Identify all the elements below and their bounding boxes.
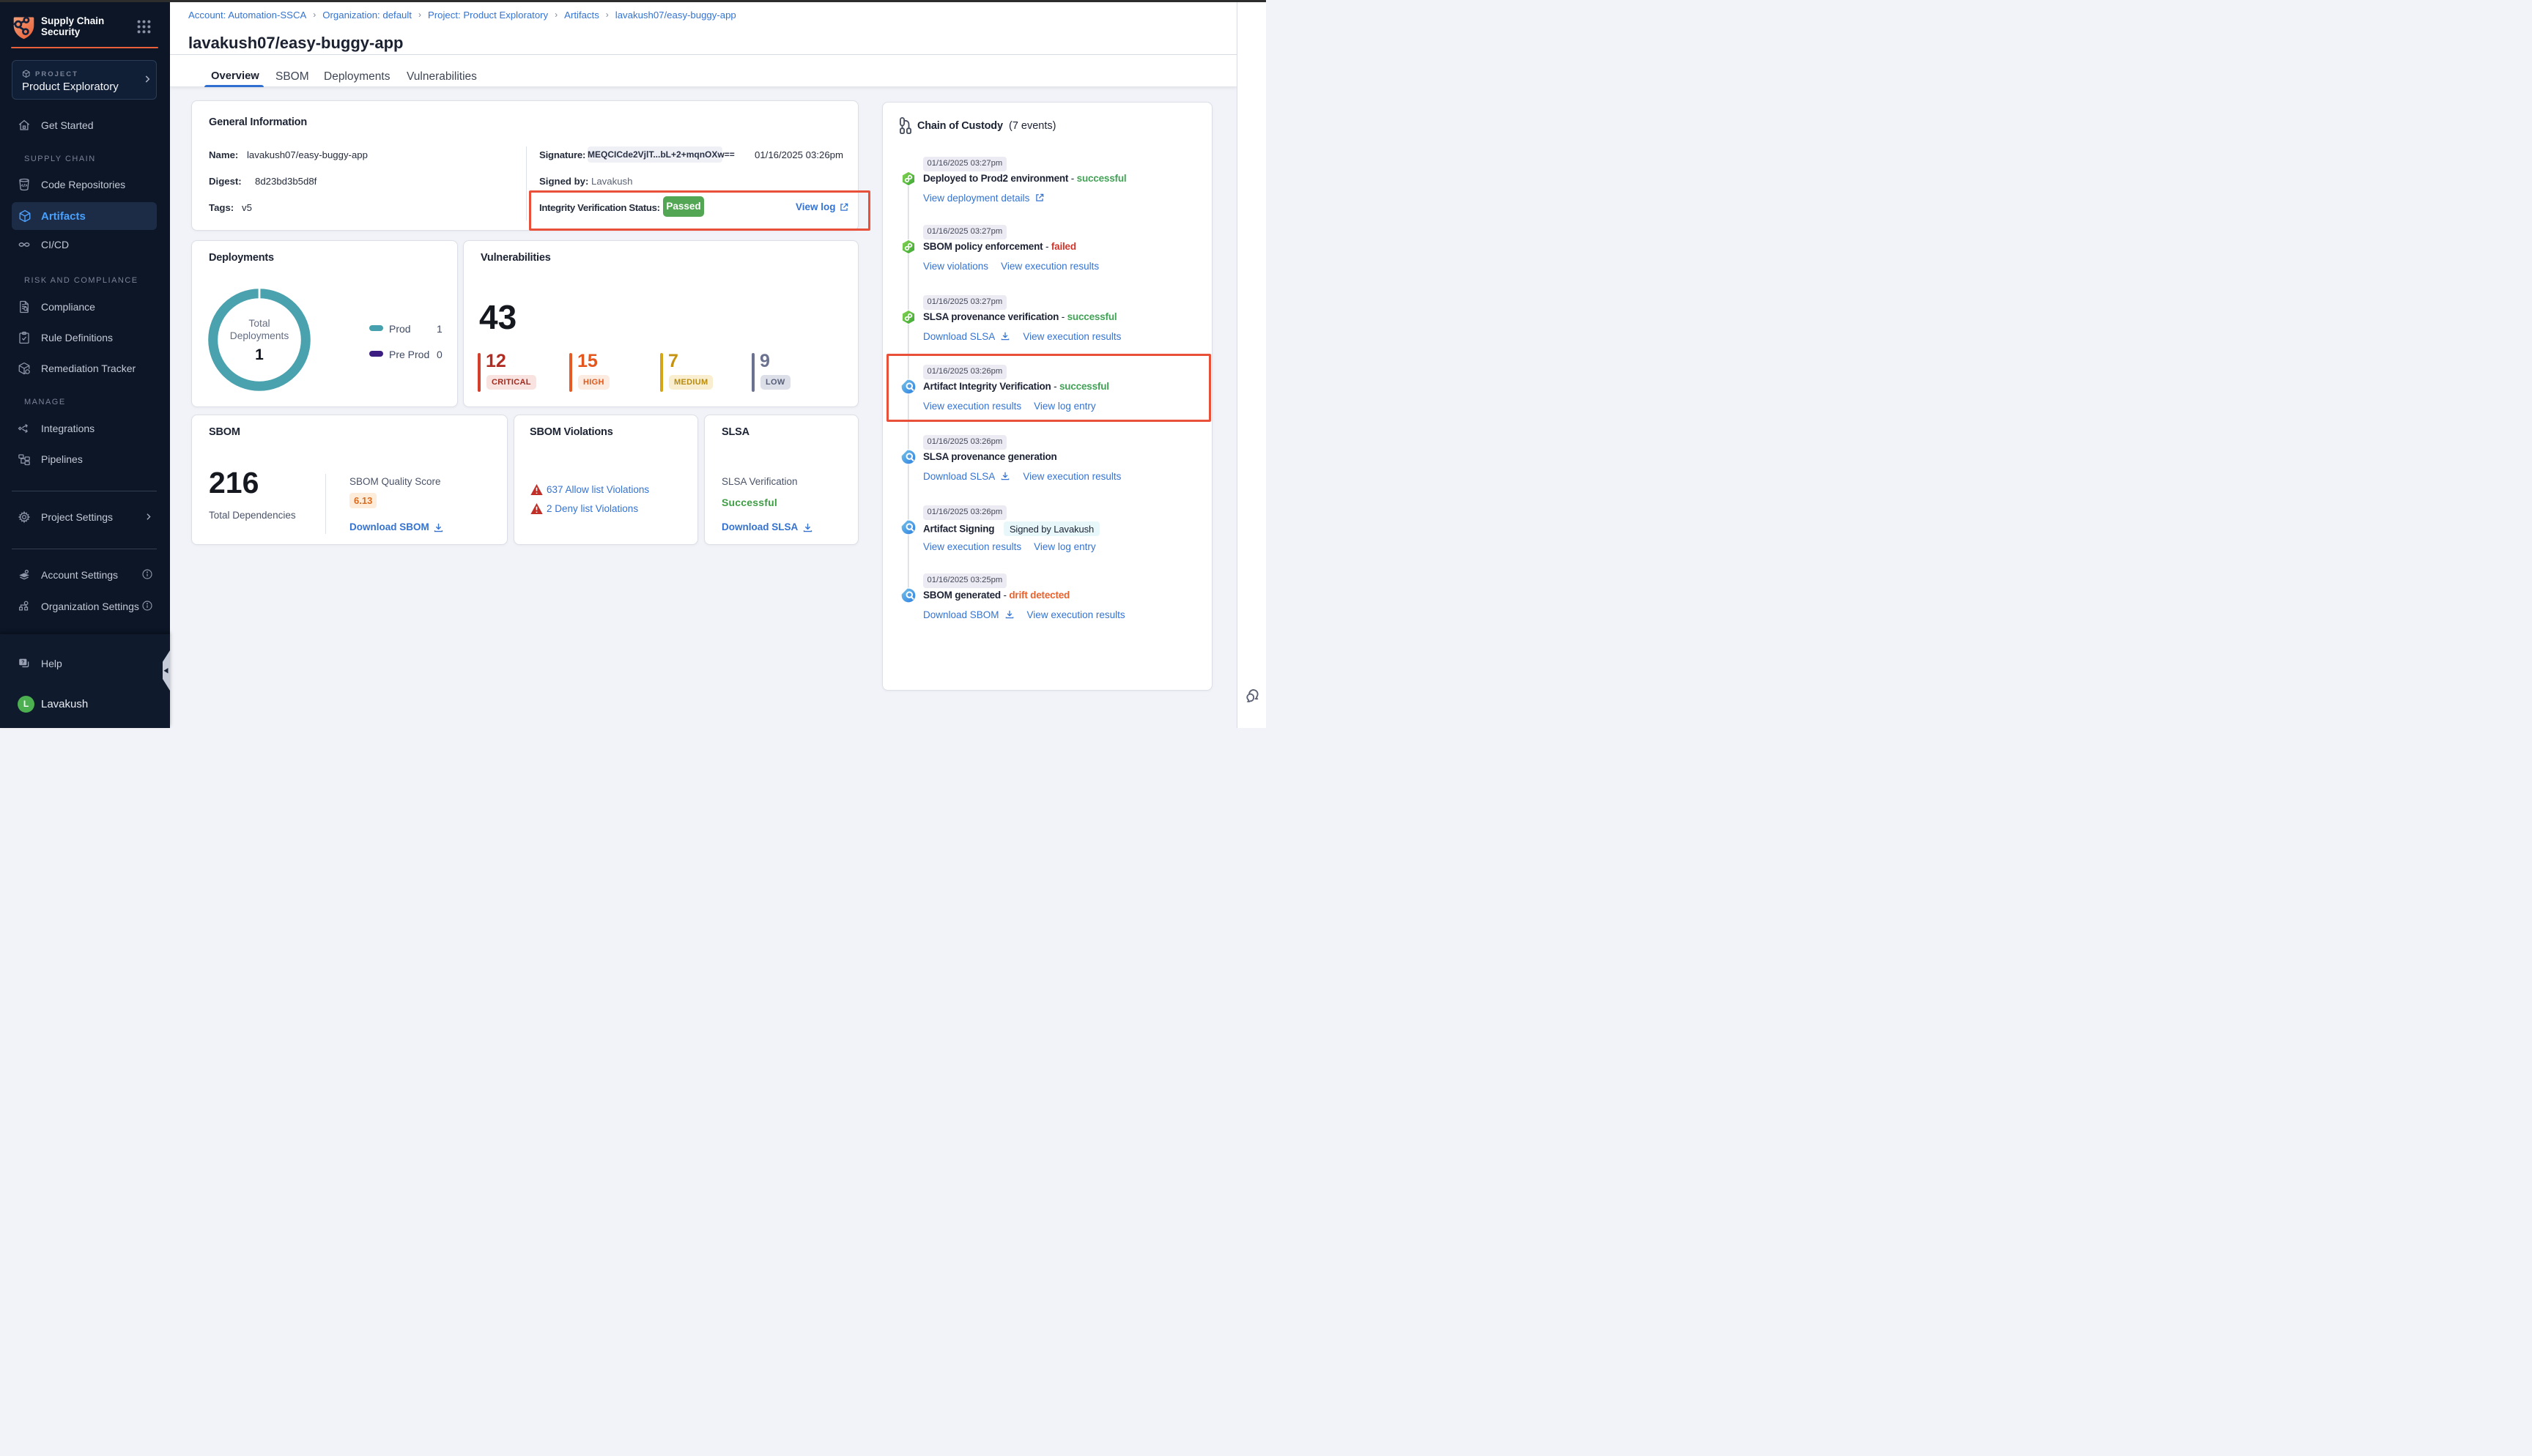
svg-text:?: ? <box>21 659 24 665</box>
